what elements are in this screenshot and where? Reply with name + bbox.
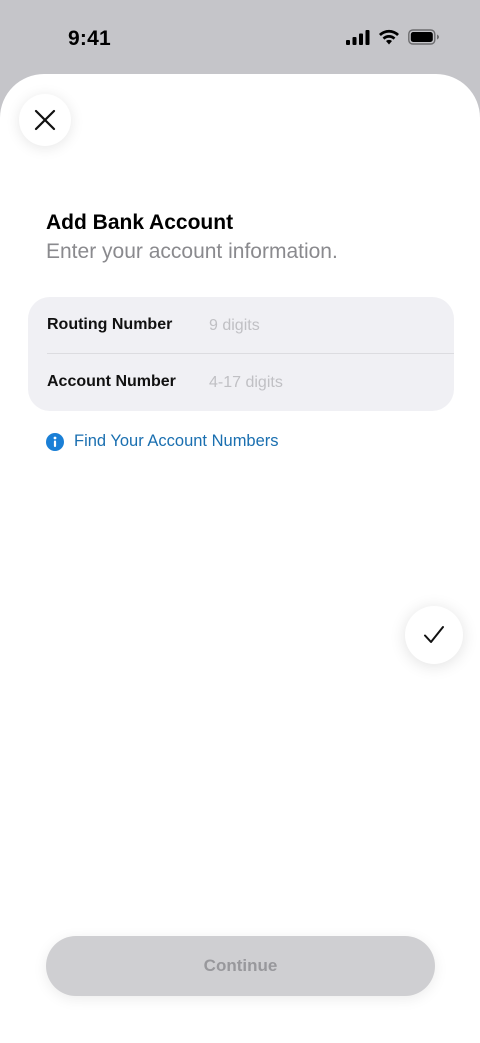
account-form-card: Routing Number Account Number bbox=[28, 297, 454, 411]
info-icon bbox=[46, 432, 64, 451]
account-number-row: Account Number bbox=[28, 354, 454, 411]
cellular-signal-icon bbox=[346, 30, 370, 45]
page-title: Add Bank Account bbox=[46, 211, 234, 234]
status-icons bbox=[346, 29, 440, 45]
routing-number-input[interactable] bbox=[209, 309, 439, 343]
close-icon bbox=[34, 109, 56, 131]
checkmark-icon bbox=[424, 626, 444, 643]
wifi-icon bbox=[379, 29, 399, 45]
screen: 9:41 Add Bank Account Enter your account… bbox=[0, 0, 480, 1043]
battery-icon bbox=[408, 29, 439, 45]
routing-number-label: Routing Number bbox=[47, 316, 173, 333]
status-bar: 9:41 bbox=[0, 0, 480, 74]
checkmark-button[interactable] bbox=[405, 606, 463, 664]
page-subtitle: Enter your account information. bbox=[46, 240, 338, 263]
continue-button[interactable]: Continue bbox=[46, 936, 435, 996]
find-account-numbers-label: Find Your Account Numbers bbox=[74, 432, 279, 450]
account-number-label: Account Number bbox=[47, 373, 176, 390]
close-button[interactable] bbox=[19, 94, 71, 146]
find-account-numbers-link[interactable]: Find Your Account Numbers bbox=[46, 432, 279, 451]
account-number-input[interactable] bbox=[209, 366, 439, 400]
status-time: 9:41 bbox=[68, 27, 111, 50]
add-bank-account-sheet: Add Bank Account Enter your account info… bbox=[0, 74, 480, 1043]
routing-number-row: Routing Number bbox=[28, 297, 454, 354]
